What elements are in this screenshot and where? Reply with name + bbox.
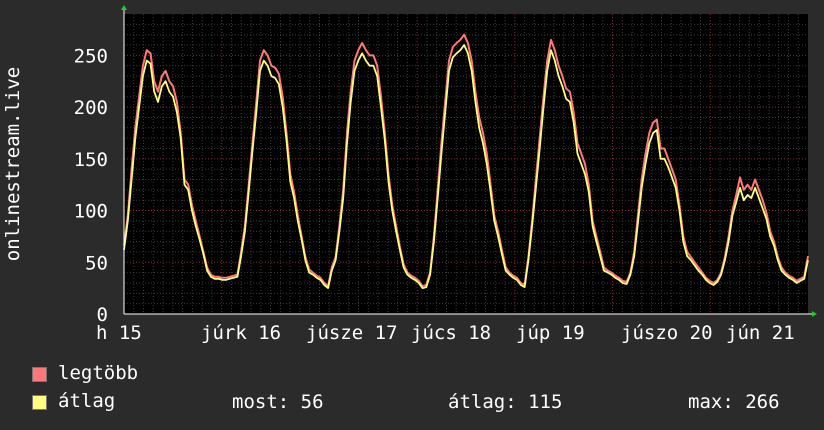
x-tick-label: jún 21: [726, 322, 795, 344]
x-tick-label: júszo 20: [621, 322, 713, 344]
y-axis-label: onlinestream.live: [2, 67, 24, 261]
x-tick-label: júrk 16: [201, 322, 281, 344]
max-swatch: [32, 367, 47, 382]
y-tick-label: 200: [74, 97, 108, 119]
x-tick-label: júsze 17: [306, 322, 398, 344]
x-axis-arrow-icon: [812, 311, 817, 317]
y-tick-label: 50: [85, 252, 108, 274]
stat-now: most: 56: [232, 391, 324, 413]
x-tick-label: júp 19: [516, 322, 585, 344]
x-tick-label: júcs 18: [411, 322, 491, 344]
stat-average: átlag: 115: [448, 391, 563, 413]
stat-max: max: 266: [688, 391, 780, 413]
y-axis-arrow-icon: [121, 5, 127, 10]
y-tick-label: 250: [74, 45, 108, 67]
y-tick-label: 100: [74, 201, 108, 223]
y-tick-label: 150: [74, 149, 108, 171]
avg-swatch: [32, 395, 47, 410]
legend-max-label: legtöbb: [58, 362, 139, 384]
x-tick-label: h 15: [96, 322, 142, 344]
legend-avg-label: átlag: [58, 390, 116, 412]
